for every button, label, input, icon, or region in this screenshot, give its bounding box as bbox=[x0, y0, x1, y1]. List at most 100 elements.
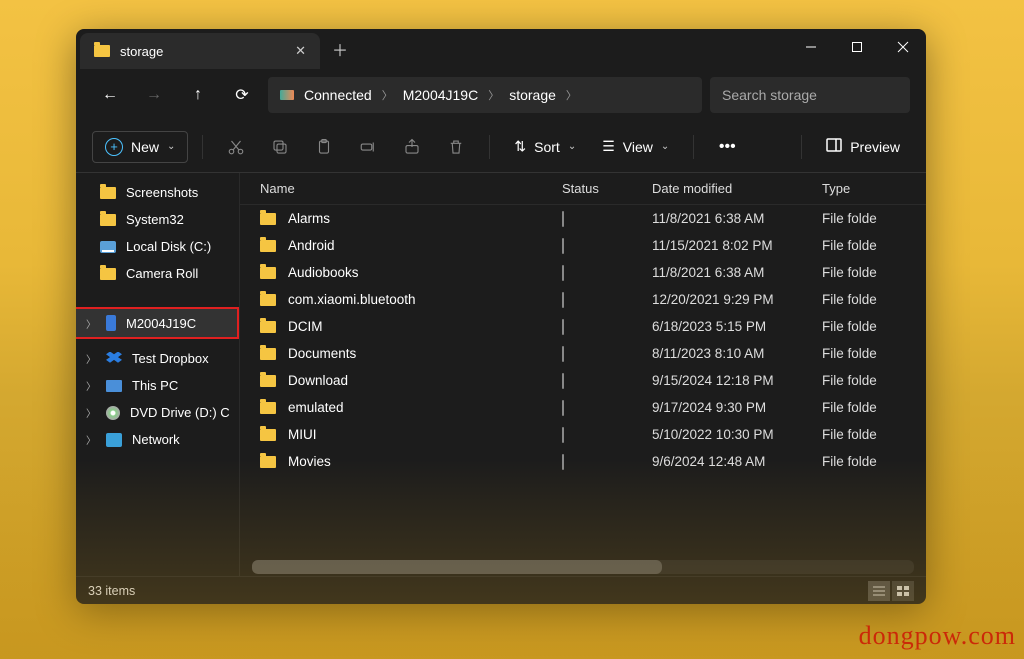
breadcrumb[interactable]: Connected 〉 M2004J19C 〉 storage 〉 bbox=[268, 77, 702, 113]
file-name: Android bbox=[288, 238, 335, 253]
net-icon bbox=[106, 433, 122, 447]
folder-icon bbox=[260, 321, 276, 333]
paste-button[interactable] bbox=[305, 130, 343, 164]
maximize-button[interactable] bbox=[834, 29, 880, 65]
file-row[interactable]: Download9/15/2024 12:18 PMFile folde bbox=[240, 367, 926, 394]
thumbnails-view-button[interactable] bbox=[892, 581, 914, 601]
sidebar-item[interactable]: Local Disk (C:) bbox=[76, 233, 239, 260]
sidebar-item[interactable]: 〉M2004J19C bbox=[76, 309, 237, 337]
refresh-button[interactable]: ⟳ bbox=[224, 77, 260, 113]
folder-icon bbox=[100, 187, 116, 199]
sidebar-item[interactable]: Camera Roll bbox=[76, 260, 239, 287]
sidebar-item[interactable]: System32 bbox=[76, 206, 239, 233]
file-row[interactable]: DCIM6/18/2023 5:15 PMFile folde bbox=[240, 313, 926, 340]
new-button[interactable]: + New ⌄ bbox=[92, 131, 188, 163]
details-view-button[interactable] bbox=[868, 581, 890, 601]
sidebar-item-label: System32 bbox=[126, 212, 184, 227]
sidebar-item[interactable]: 〉Test Dropbox bbox=[76, 345, 239, 372]
column-status[interactable]: Status bbox=[562, 181, 652, 196]
column-type[interactable]: Type bbox=[822, 181, 914, 196]
breadcrumb-item[interactable]: M2004J19C bbox=[403, 87, 479, 103]
sidebar-item-label: Local Disk (C:) bbox=[126, 239, 211, 254]
chevron-right-icon: 〉 bbox=[488, 87, 499, 103]
close-window-button[interactable] bbox=[880, 29, 926, 65]
file-row[interactable]: emulated9/17/2024 9:30 PMFile folde bbox=[240, 394, 926, 421]
preview-icon bbox=[826, 138, 842, 155]
file-row[interactable]: Audiobooks11/8/2021 6:38 AMFile folde bbox=[240, 259, 926, 286]
search-input[interactable]: Search storage bbox=[710, 77, 910, 113]
copy-button[interactable] bbox=[261, 130, 299, 164]
forward-button[interactable]: → bbox=[136, 77, 172, 113]
new-tab-button[interactable]: ＋ bbox=[320, 29, 360, 69]
share-button[interactable] bbox=[393, 130, 431, 164]
file-name: DCIM bbox=[288, 319, 323, 334]
tab-title: storage bbox=[120, 44, 285, 59]
file-pane: Name Status Date modified Type Alarms11/… bbox=[240, 173, 926, 576]
tab-storage[interactable]: storage ✕ bbox=[80, 33, 320, 69]
file-row[interactable]: Alarms11/8/2021 6:38 AMFile folde bbox=[240, 205, 926, 232]
file-date: 11/8/2021 6:38 AM bbox=[652, 211, 822, 226]
phone-status-icon bbox=[562, 319, 564, 335]
folder-icon bbox=[260, 456, 276, 468]
statusbar: 33 items bbox=[76, 576, 926, 604]
file-name: Download bbox=[288, 373, 348, 388]
phone-status-icon bbox=[562, 346, 564, 362]
file-type: File folde bbox=[822, 265, 914, 280]
chevron-down-icon: ⌄ bbox=[568, 141, 576, 152]
column-name[interactable]: Name bbox=[252, 181, 562, 196]
chevron-right-icon: 〉 bbox=[382, 87, 393, 103]
sidebar-item[interactable]: 〉DVD Drive (D:) C bbox=[76, 399, 239, 426]
file-list[interactable]: Alarms11/8/2021 6:38 AMFile foldeAndroid… bbox=[240, 205, 926, 556]
file-type: File folde bbox=[822, 454, 914, 469]
file-row[interactable]: Documents8/11/2023 8:10 AMFile folde bbox=[240, 340, 926, 367]
sidebar: Screenshots System32 Local Disk (C:) Camera… bbox=[76, 173, 240, 576]
file-type: File folde bbox=[822, 400, 914, 415]
up-button[interactable]: ↑ bbox=[180, 77, 216, 113]
back-button[interactable]: ← bbox=[92, 77, 128, 113]
list-icon: ☰ bbox=[602, 138, 615, 155]
file-type: File folde bbox=[822, 238, 914, 253]
sidebar-item[interactable]: 〉Network bbox=[76, 426, 239, 453]
item-count: 33 items bbox=[88, 584, 135, 598]
pc-icon bbox=[106, 380, 122, 392]
sidebar-item-label: M2004J19C bbox=[126, 316, 196, 331]
sort-icon: ⇅ bbox=[514, 138, 526, 155]
titlebar: storage ✕ ＋ bbox=[76, 29, 926, 69]
preview-button[interactable]: Preview bbox=[816, 132, 910, 161]
file-type: File folde bbox=[822, 211, 914, 226]
file-explorer-window: storage ✕ ＋ ← → ↑ ⟳ Connected 〉 M2004J19… bbox=[76, 29, 926, 604]
sidebar-item-label: Screenshots bbox=[126, 185, 198, 200]
breadcrumb-item[interactable]: storage bbox=[509, 87, 556, 103]
chevron-right-icon: 〉 bbox=[86, 378, 96, 393]
file-name: Documents bbox=[288, 346, 356, 361]
horizontal-scrollbar[interactable] bbox=[252, 560, 914, 574]
rename-button[interactable] bbox=[349, 130, 387, 164]
file-name: Movies bbox=[288, 454, 331, 469]
phone-status-icon bbox=[562, 400, 564, 416]
folder-icon bbox=[260, 240, 276, 252]
separator bbox=[693, 135, 694, 159]
minimize-button[interactable] bbox=[788, 29, 834, 65]
file-row[interactable]: Android 11/15/2021 8:02 PMFile folde bbox=[240, 232, 926, 259]
file-date: 11/15/2021 8:02 PM bbox=[652, 238, 822, 253]
sort-button[interactable]: ⇅ Sort ⌄ bbox=[504, 132, 586, 161]
view-button[interactable]: ☰ View ⌄ bbox=[592, 132, 679, 161]
close-tab-button[interactable]: ✕ bbox=[295, 43, 306, 59]
phone-status-icon bbox=[562, 454, 564, 470]
sidebar-item-label: Camera Roll bbox=[126, 266, 198, 281]
sidebar-item[interactable]: 〉This PC bbox=[76, 372, 239, 399]
file-row[interactable]: Movies9/6/2024 12:48 AMFile folde bbox=[240, 448, 926, 475]
file-type: File folde bbox=[822, 319, 914, 334]
breadcrumb-item[interactable]: Connected bbox=[304, 87, 372, 103]
delete-button[interactable] bbox=[437, 130, 475, 164]
sidebar-item[interactable]: Screenshots bbox=[76, 179, 239, 206]
file-row[interactable]: com.xiaomi.bluetooth12/20/2021 9:29 PMFi… bbox=[240, 286, 926, 313]
scrollbar-thumb[interactable] bbox=[252, 560, 662, 574]
file-row[interactable]: MIUI5/10/2022 10:30 PMFile folde bbox=[240, 421, 926, 448]
phone-status-icon bbox=[562, 292, 564, 308]
phone-status-icon bbox=[562, 265, 564, 281]
more-button[interactable]: ••• bbox=[708, 130, 746, 164]
cut-button[interactable] bbox=[217, 130, 255, 164]
separator bbox=[202, 135, 203, 159]
column-date[interactable]: Date modified bbox=[652, 181, 822, 196]
